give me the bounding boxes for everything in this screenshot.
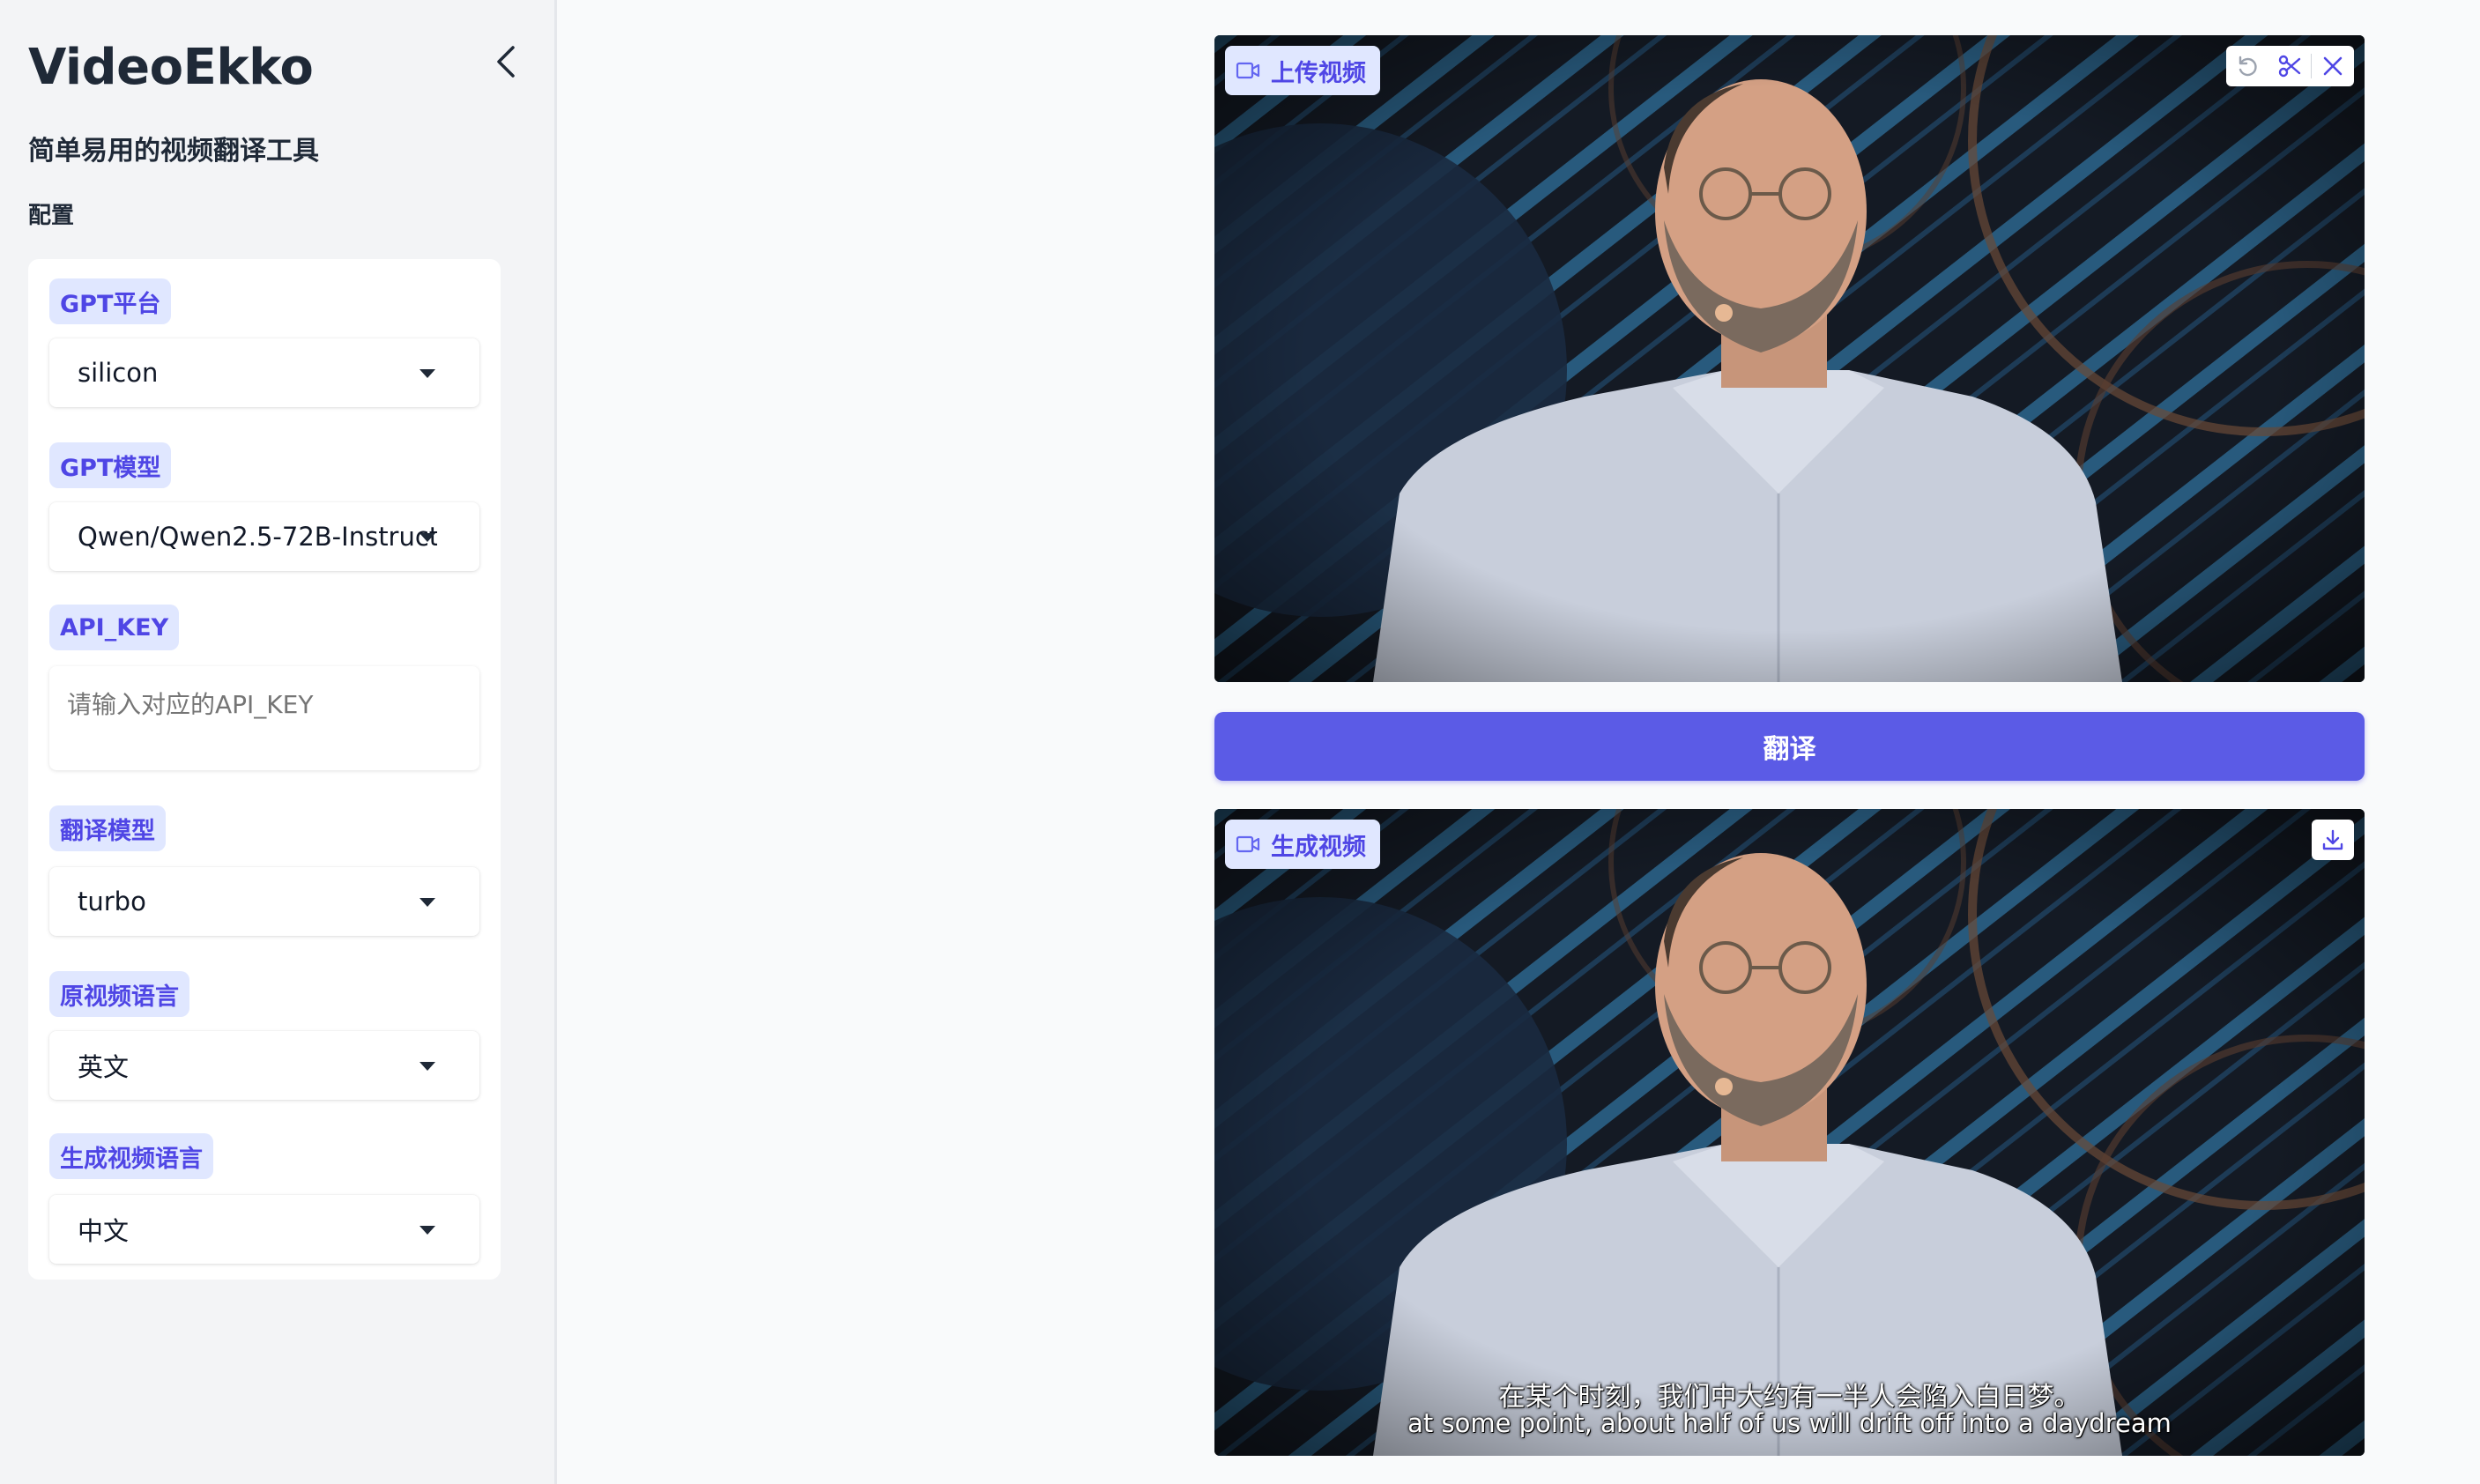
gpt-model-value: Qwen/Qwen2.5-72B-Instruct <box>78 522 437 552</box>
download-icon <box>2322 829 2343 850</box>
undo-icon <box>2239 56 2257 77</box>
target-language-label: 生成视频语言 <box>49 1133 213 1179</box>
undo-button[interactable] <box>2226 46 2268 86</box>
config-section-label: 配置 <box>28 203 75 229</box>
gpt-platform-label: GPT平台 <box>49 278 172 324</box>
upload-video-player[interactable]: 上传视频 <box>1214 35 2365 682</box>
gpt-model-label: GPT模型 <box>49 442 172 488</box>
app-subtitle: 简单易用的视频翻译工具 <box>28 136 319 167</box>
video-frame-speaker <box>1214 35 2365 682</box>
video-frame-speaker <box>1214 809 2365 1456</box>
app-title: VideoEkko <box>28 39 314 96</box>
api-key-label: API_KEY <box>49 605 180 650</box>
translation-model-select[interactable]: turbo <box>49 867 479 936</box>
translate-button[interactable]: 翻译 <box>1214 712 2365 781</box>
api-key-input[interactable] <box>49 666 479 770</box>
translation-model-label: 翻译模型 <box>49 805 166 851</box>
generated-video-label-text: 生成视频 <box>1271 833 1366 861</box>
video-camera-icon <box>1236 62 1260 79</box>
target-language-value: 中文 <box>78 1216 130 1246</box>
target-language-select[interactable]: 中文 <box>49 1195 479 1264</box>
dropdown-caret-icon <box>420 533 435 542</box>
source-language-select[interactable]: 英文 <box>49 1031 479 1100</box>
config-panel: GPT平台 silicon GPT模型 Qwen/Qwen2.5-72B-Ins… <box>28 259 501 1280</box>
gpt-model-select[interactable]: Qwen/Qwen2.5-72B-Instruct <box>49 502 479 571</box>
upload-video-label-text: 上传视频 <box>1271 59 1366 87</box>
collapse-sidebar-button[interactable] <box>483 39 529 85</box>
scissors-icon <box>2278 55 2301 78</box>
trim-button[interactable] <box>2268 46 2311 86</box>
gpt-platform-value: silicon <box>78 358 159 388</box>
dropdown-caret-icon <box>420 369 435 378</box>
chevron-left-icon <box>497 46 515 78</box>
source-language-label: 原视频语言 <box>49 971 189 1017</box>
close-icon <box>2323 56 2343 76</box>
generated-video-toolbar <box>2312 820 2354 860</box>
video-camera-icon <box>1236 835 1260 853</box>
upload-video-label: 上传视频 <box>1225 46 1380 95</box>
generated-video-label: 生成视频 <box>1225 820 1380 869</box>
dropdown-caret-icon <box>420 1062 435 1071</box>
translation-model-value: turbo <box>78 887 146 916</box>
source-language-value: 英文 <box>78 1052 130 1082</box>
sidebar: VideoEkko 简单易用的视频翻译工具 配置 GPT平台 silicon G… <box>0 0 557 1484</box>
upload-video-toolbar <box>2226 46 2354 86</box>
dropdown-caret-icon <box>420 898 435 907</box>
generated-video-player[interactable]: 在某个时刻，我们中大约有一半人会陷入白日梦。 at some point, ab… <box>1214 809 2365 1456</box>
download-button[interactable] <box>2312 820 2354 860</box>
dropdown-caret-icon <box>420 1226 435 1235</box>
gpt-platform-select[interactable]: silicon <box>49 338 479 407</box>
clear-video-button[interactable] <box>2312 46 2354 86</box>
video-subtitle-english: at some point, about half of us will dri… <box>1407 1408 2172 1438</box>
